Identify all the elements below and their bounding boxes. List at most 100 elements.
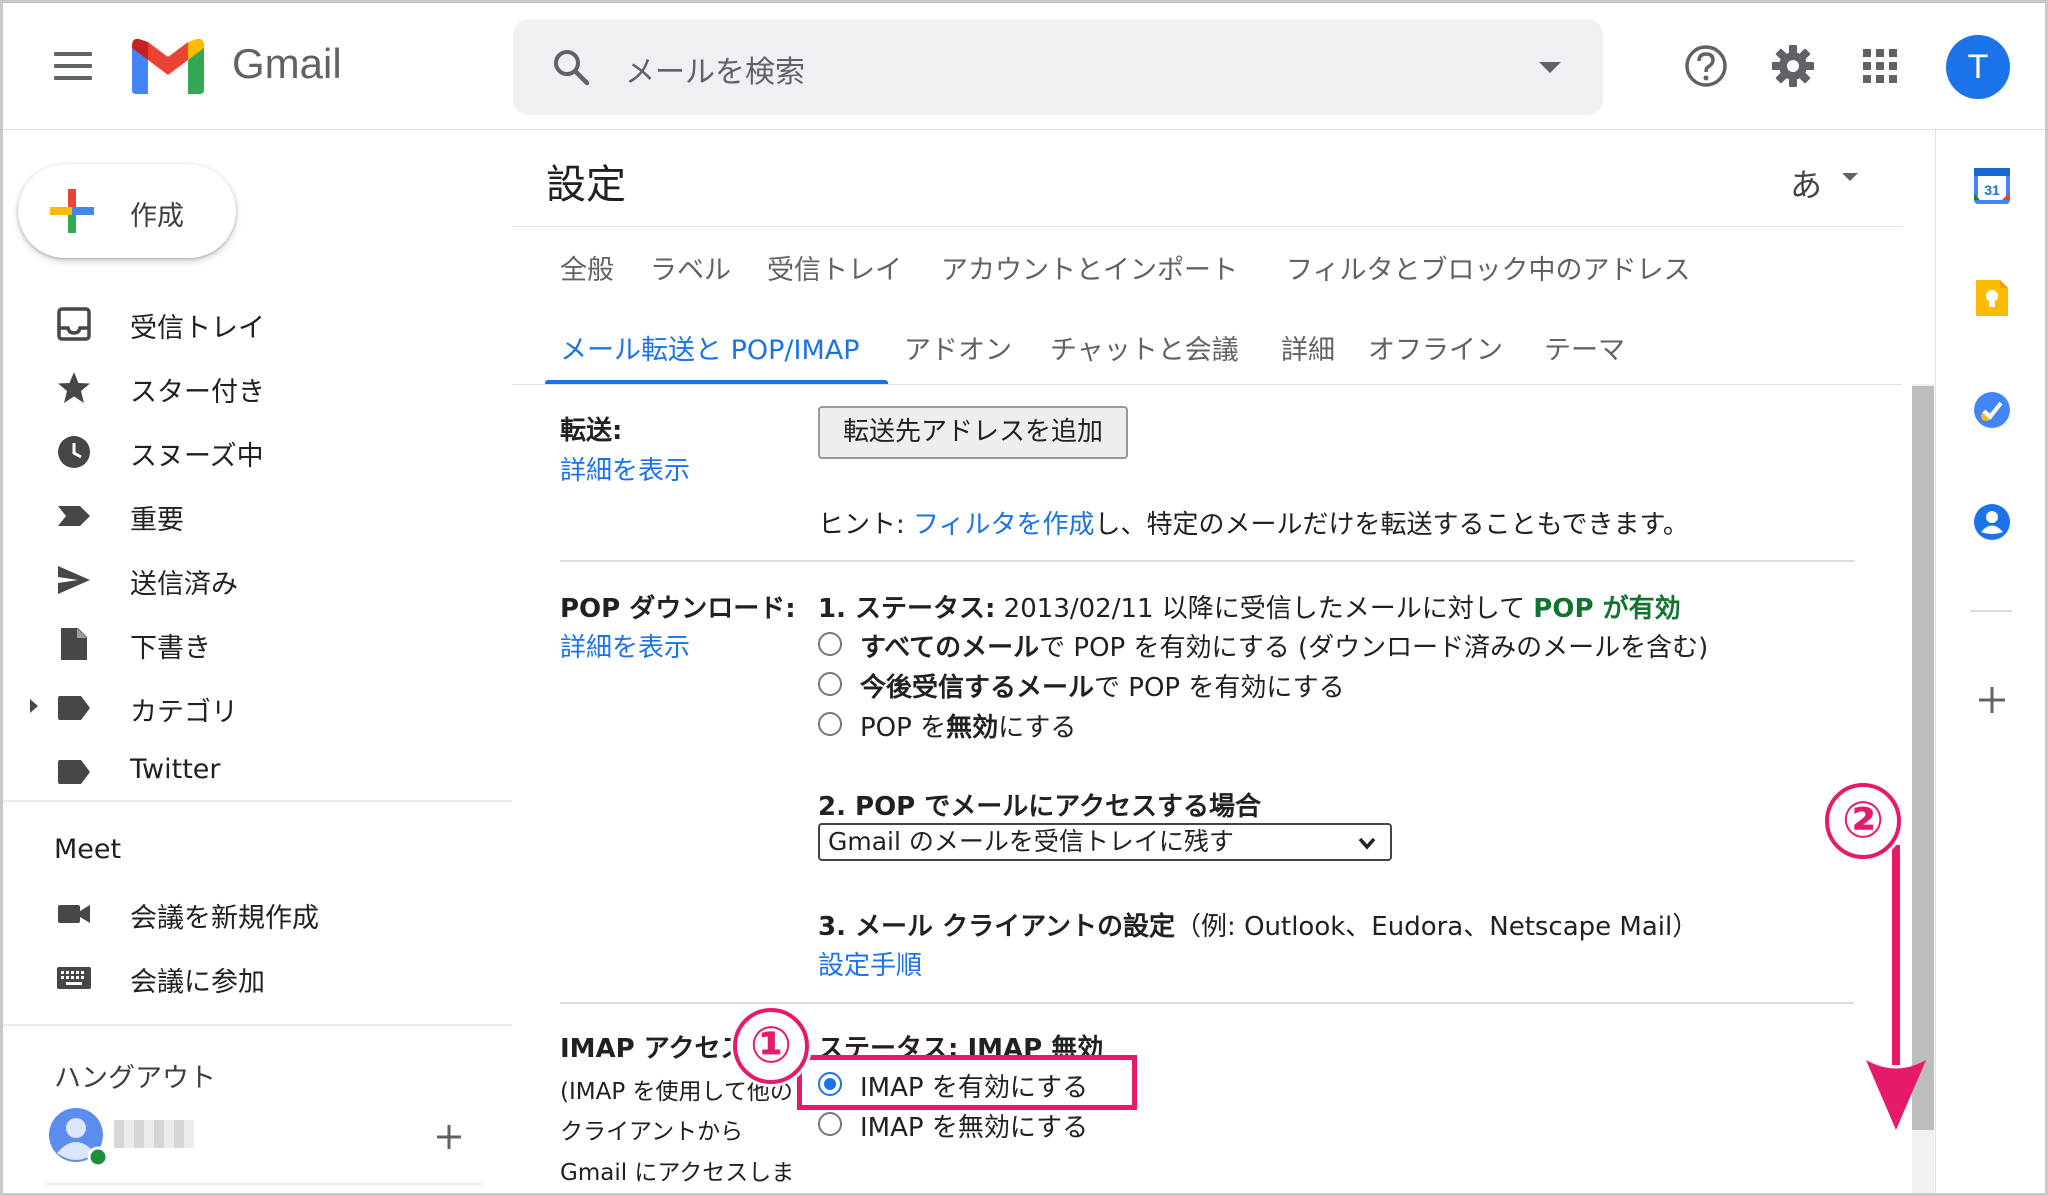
sidebar-item-label: カテゴリ bbox=[130, 697, 238, 728]
sidebar-item-drafts[interactable]: 下書き bbox=[0, 612, 510, 672]
search-input[interactable]: メールを検索 bbox=[625, 47, 805, 91]
main-menu-icon[interactable] bbox=[54, 52, 92, 82]
apps-grid-icon[interactable] bbox=[1862, 48, 1898, 84]
sidebar-item-new-meeting[interactable]: 会議を新規作成 bbox=[0, 882, 510, 942]
sidebar-item-inbox[interactable]: 受信トレイ bbox=[0, 292, 510, 352]
tab-chat-meet[interactable]: チャットと会議 bbox=[1050, 328, 1239, 367]
step2-badge: ② bbox=[1825, 783, 1901, 859]
gmail-logo-icon[interactable] bbox=[132, 38, 204, 94]
sidebar-item-twitter[interactable]: Twitter bbox=[0, 740, 510, 800]
sidebar-item-label: 重要 bbox=[130, 505, 184, 536]
sidebar-item-label: 送信済み bbox=[130, 569, 238, 600]
star-icon bbox=[58, 372, 90, 403]
draft-icon bbox=[61, 628, 87, 660]
search-icon[interactable] bbox=[551, 47, 591, 87]
pop-new-mail-label[interactable]: 今後受信するメールで POP を有効にする bbox=[860, 667, 1345, 704]
account-avatar[interactable]: T bbox=[1946, 35, 2010, 99]
search-bar[interactable]: メールを検索 bbox=[513, 19, 1603, 115]
keyboard-icon bbox=[57, 967, 91, 989]
sidebar-item-categories[interactable]: カテゴリ bbox=[0, 676, 510, 736]
input-tools-button[interactable]: あ bbox=[1790, 160, 1822, 206]
pop-opt1-bold: すべてのメール bbox=[860, 633, 1040, 663]
top-header: Gmail メールを検索 T bbox=[0, 0, 2048, 130]
google-keep-icon[interactable] bbox=[1972, 278, 2012, 318]
forwarding-label: 転送: bbox=[560, 416, 623, 446]
tab-addons[interactable]: アドオン bbox=[904, 328, 1012, 367]
tab-general[interactable]: 全般 bbox=[560, 248, 614, 287]
pop-disable-label[interactable]: POP を無効にする bbox=[860, 707, 1076, 744]
sidebar-item-label: 受信トレイ bbox=[130, 313, 265, 344]
pop-opt3-pre: POP を bbox=[860, 713, 947, 743]
side-panel-divider bbox=[1935, 130, 1936, 1196]
page-title: 設定 bbox=[546, 162, 626, 208]
tab-themes[interactable]: テーマ bbox=[1544, 328, 1625, 367]
pop-all-mail-radio[interactable] bbox=[818, 632, 842, 656]
gmail-wordmark: Gmail bbox=[232, 40, 342, 87]
sidebar-item-label: 下書き bbox=[130, 633, 211, 664]
sidebar-item-sent[interactable]: 送信済み bbox=[0, 548, 510, 608]
pop-opt3-bold: 無効 bbox=[946, 713, 999, 743]
section-divider bbox=[560, 560, 1854, 562]
hint-prefix: ヒント: bbox=[818, 510, 914, 540]
forwarding-hint: ヒント: フィルタを作成し、特定のメールだけを転送することもできます。 bbox=[818, 504, 1689, 541]
hangouts-user-avatar[interactable] bbox=[48, 1107, 110, 1169]
sidebar-item-label: Twitter bbox=[130, 754, 221, 785]
sidebar-item-starred[interactable]: スター付き bbox=[0, 356, 510, 416]
add-forwarding-address-button[interactable]: 転送先アドレスを追加 bbox=[818, 406, 1128, 459]
add-addon-plus-icon[interactable] bbox=[1978, 686, 2006, 714]
pop-all-mail-label[interactable]: すべてのメールで POP を有効にする (ダウンロード済みのメールを含む) bbox=[860, 627, 1708, 664]
google-tasks-icon[interactable] bbox=[1972, 390, 2012, 430]
section-divider bbox=[560, 1002, 1854, 1004]
pop-status-value: POP が有効 bbox=[1533, 594, 1681, 624]
compose-button[interactable]: 作成 bbox=[18, 164, 236, 258]
compose-label: 作成 bbox=[130, 201, 184, 232]
label-icon bbox=[58, 696, 90, 720]
settings-gear-icon[interactable] bbox=[1771, 44, 1815, 88]
tab-offline[interactable]: オフライン bbox=[1368, 328, 1503, 367]
hangouts-section-title: ハングアウト bbox=[54, 1063, 216, 1094]
client-note: （例: Outlook、Eudora、Netscape Mail） bbox=[1175, 912, 1699, 942]
pop-download-label: POP ダウンロード: bbox=[560, 594, 796, 624]
hangouts-username-blurred bbox=[114, 1120, 194, 1148]
help-icon[interactable] bbox=[1684, 44, 1728, 88]
pop-details-link[interactable]: 詳細を表示 bbox=[560, 627, 690, 664]
pop-status-text: 2013/02/11 以降に受信したメールに対して bbox=[995, 594, 1534, 624]
pop-access-select[interactable]: Gmail のメールを受信トレイに残す bbox=[818, 823, 1392, 861]
pop-status: 1. ステータス: 2013/02/11 以降に受信したメールに対して POP … bbox=[818, 588, 1681, 625]
add-hangout-plus-icon[interactable] bbox=[436, 1124, 462, 1150]
sidebar-divider bbox=[0, 800, 512, 802]
tab-inbox[interactable]: 受信トレイ bbox=[767, 248, 902, 287]
google-contacts-icon[interactable] bbox=[1972, 502, 2012, 542]
chevron-down-icon bbox=[1358, 837, 1376, 850]
expand-arrow-icon[interactable] bbox=[28, 698, 40, 714]
tab-labels[interactable]: ラベル bbox=[650, 248, 731, 287]
sidebar-item-label: スター付き bbox=[130, 377, 265, 408]
sidebar-item-label: 会議に参加 bbox=[130, 967, 265, 998]
forwarding-details-link[interactable]: 詳細を表示 bbox=[560, 450, 690, 487]
client-title: 3. メール クライアントの設定 bbox=[818, 912, 1176, 942]
sidebar-item-join-meeting[interactable]: 会議に参加 bbox=[0, 946, 510, 1006]
label-icon bbox=[58, 760, 90, 784]
pop-new-mail-radio[interactable] bbox=[818, 672, 842, 696]
tab-accounts-import[interactable]: アカウントとインポート bbox=[941, 248, 1238, 287]
tab-advanced[interactable]: 詳細 bbox=[1281, 328, 1335, 367]
google-calendar-icon[interactable]: 31 bbox=[1972, 166, 2012, 206]
imap-disable-label[interactable]: IMAP を無効にする bbox=[860, 1107, 1088, 1144]
important-icon bbox=[58, 506, 90, 526]
pop-status-prefix: 1. ステータス: bbox=[818, 594, 996, 624]
sidebar-divider bbox=[0, 1024, 512, 1026]
pop-disable-radio[interactable] bbox=[818, 712, 842, 736]
tab-filters-blocked[interactable]: フィルタとブロック中のアドレス bbox=[1286, 248, 1690, 287]
input-tools-dropdown-icon[interactable] bbox=[1842, 173, 1858, 181]
setup-instructions-link[interactable]: 設定手順 bbox=[818, 945, 922, 982]
imap-disable-radio[interactable] bbox=[818, 1112, 842, 1136]
sidebar-item-snoozed[interactable]: スヌーズ中 bbox=[0, 420, 510, 480]
create-filter-link[interactable]: フィルタを作成 bbox=[913, 510, 1094, 540]
compose-plus-icon bbox=[50, 189, 94, 233]
sidebar-item-important[interactable]: 重要 bbox=[0, 484, 510, 544]
sidebar-divider bbox=[46, 1183, 482, 1185]
sidebar-item-label: 会議を新規作成 bbox=[130, 903, 319, 934]
search-options-dropdown-icon[interactable] bbox=[1539, 62, 1561, 73]
tab-forwarding-pop-imap[interactable]: メール転送と POP/IMAP bbox=[560, 328, 860, 367]
title-divider bbox=[512, 226, 1902, 227]
